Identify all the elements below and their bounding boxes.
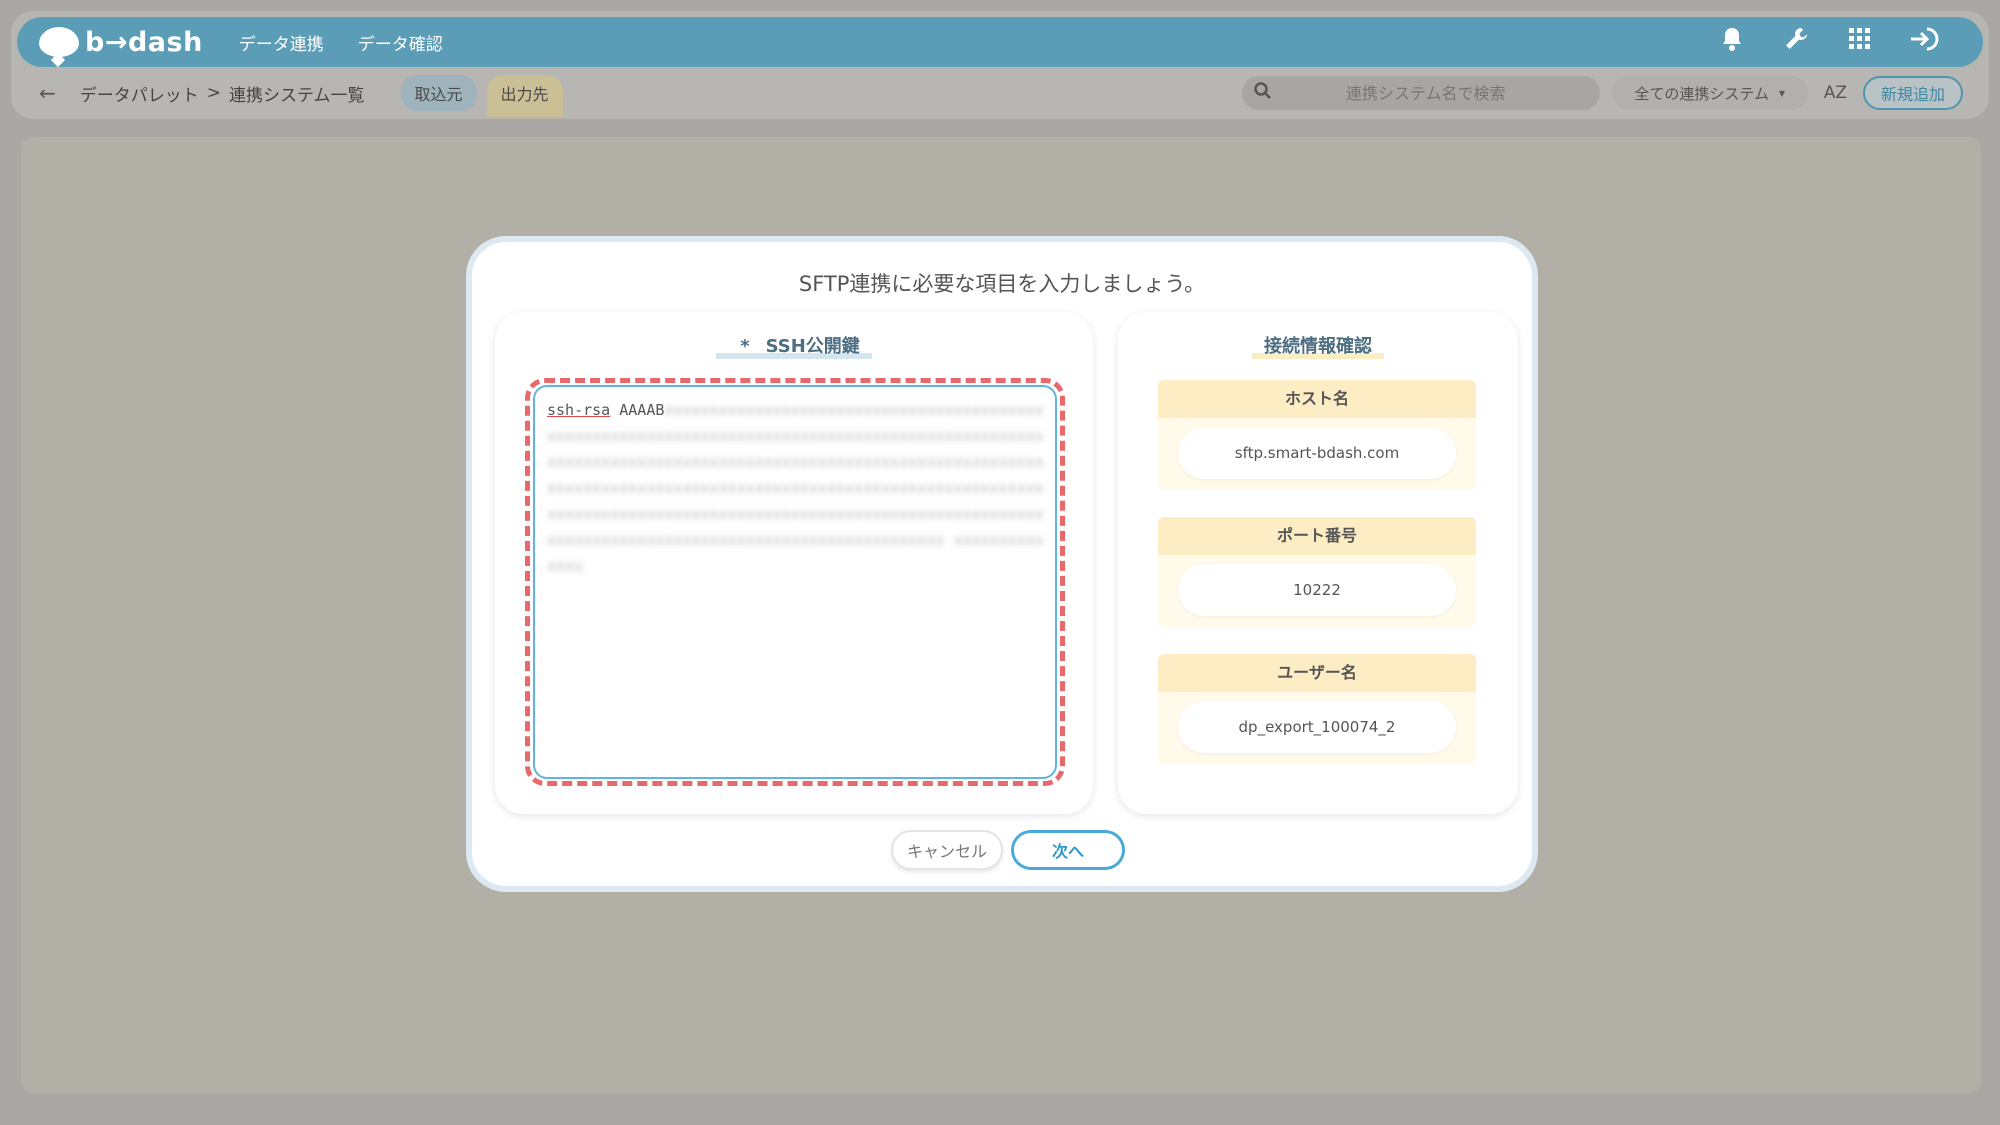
filter-value: 全ての連携システム [1634, 84, 1769, 103]
user-box: dp_export_100074_2 [1158, 692, 1476, 764]
user-label: ユーザー名 [1158, 654, 1476, 692]
connection-info-heading: 接続情報確認 [1118, 332, 1518, 359]
ssh-key-heading: * SSH公開鍵 [495, 332, 1093, 359]
bell-icon[interactable] [1717, 26, 1747, 59]
logo-mark-icon [39, 27, 79, 57]
logo[interactable]: b→dash [39, 27, 203, 58]
host-value: sftp.smart-bdash.com [1178, 427, 1456, 479]
wrench-icon[interactable] [1781, 26, 1811, 59]
port-label: ポート番号 [1158, 517, 1476, 555]
sub-toolbar: ← データパレット > 連携システム一覧 取込元 出力先 全ての連携システム ▾… [17, 72, 1983, 117]
tab-import-source[interactable]: 取込元 [400, 75, 477, 111]
logout-icon[interactable] [1909, 26, 1939, 59]
back-arrow-icon[interactable]: ← [39, 81, 56, 105]
breadcrumb-separator: > [206, 83, 222, 103]
ssh-key-textarea[interactable]: ssh-rsa AAAABxxxxxxxxxxxxxxxxxxxxxxxxxxx… [533, 385, 1057, 779]
navbar: b→dash データ連携 データ確認 [17, 17, 1983, 67]
system-filter-select[interactable]: 全ての連携システム ▾ [1611, 76, 1808, 110]
sort-az-icon[interactable]: AZ [1824, 83, 1847, 103]
next-button[interactable]: 次へ [1011, 830, 1125, 870]
search-input[interactable] [1285, 83, 1566, 103]
port-box: 10222 [1158, 555, 1476, 627]
modal-title: SFTP連携に必要な項目を入力しましょう。 [798, 272, 1206, 296]
user-value: dp_export_100074_2 [1178, 701, 1456, 753]
host-box: sftp.smart-bdash.com [1158, 418, 1476, 490]
tab-export-destination[interactable]: 出力先 [486, 75, 563, 117]
search-box[interactable] [1241, 76, 1600, 110]
connection-info-label: 接続情報確認 [1252, 336, 1384, 359]
nav-data-confirm[interactable]: データ確認 [358, 30, 443, 55]
required-mark: * [728, 336, 762, 359]
cancel-button[interactable]: キャンセル [891, 830, 1003, 870]
toolbar-right: 全ての連携システム ▾ AZ 新規追加 [1241, 76, 1963, 110]
breadcrumb-data-palette[interactable]: データパレット [80, 81, 199, 106]
host-label: ホスト名 [1158, 380, 1476, 418]
sftp-setup-modal: SFTP連携に必要な項目を入力しましょう。 * SSH公開鍵 ssh-rsa AA… [466, 236, 1538, 892]
chevron-down-icon: ▾ [1778, 86, 1785, 100]
ssh-key-label: SSH公開鍵 [765, 336, 860, 357]
breadcrumb-system-list: 連携システム一覧 [229, 85, 365, 106]
ssh-key-card: * SSH公開鍵 ssh-rsa AAAABxxxxxxxxxxxxxxxxxxx… [495, 312, 1093, 814]
connection-info-card: 接続情報確認 ホスト名 sftp.smart-bdash.com ポート番号 1… [1118, 312, 1518, 814]
grid-icon[interactable] [1845, 27, 1875, 57]
search-icon [1253, 81, 1272, 105]
nav-icons [1717, 26, 1939, 59]
port-value: 10222 [1178, 564, 1456, 616]
ssh-key-content: ssh-rsa AAAABxxxxxxxxxxxxxxxxxxxxxxxxxxx… [547, 397, 1047, 579]
key-prefix: ssh-rsa [547, 401, 611, 419]
logo-text: b→dash [85, 26, 203, 58]
key-start: AAAAB [619, 401, 665, 419]
key-redacted: xxxxxxxxxxxxxxxxxxxxxxxxxxxxxxxxxxxxxxxx… [547, 401, 1044, 575]
add-new-button[interactable]: 新規追加 [1862, 76, 1963, 110]
nav-data-integration[interactable]: データ連携 [239, 30, 324, 55]
